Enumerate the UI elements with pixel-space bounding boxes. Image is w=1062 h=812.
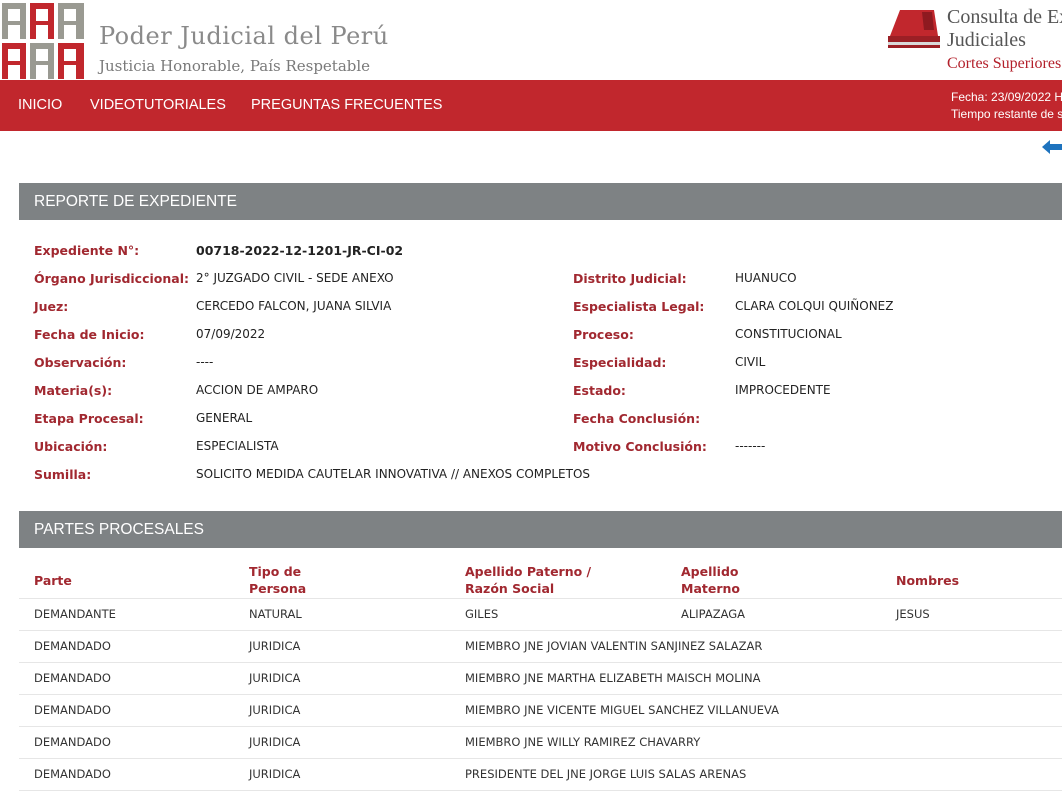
partes-section-header: PARTES PROCESALES [19,511,1062,548]
row-divider [19,790,1062,791]
cell-tipo-persona: JURIDICA [249,735,301,749]
row-divider [19,598,1062,599]
nav-inicio[interactable]: INICIO [18,97,62,113]
field-value: CONSTITUCIONAL [735,327,842,341]
expediente-label: Expediente N°: [34,243,140,258]
column-header-apellido-materno: Apellido Materno [681,564,740,596]
book-icon [888,10,940,48]
field-label: Especialista Legal: [573,299,705,314]
cell-nombres: JESUS [896,607,930,621]
field-label: Órgano Jurisdiccional: [34,271,189,286]
field-value: ESPECIALISTA [196,439,279,453]
field-label: Motivo Conclusión: [573,439,707,454]
row-divider [19,726,1062,727]
field-label: Fecha Conclusión: [573,411,701,426]
field-value: CLARA COLQUI QUIÑONEZ [735,299,894,313]
field-label: Juez: [34,299,69,314]
field-label: Distrito Judicial: [573,271,687,286]
expediente-value: 00718-2022-12-1201-JR-CI-02 [196,243,404,258]
cell-parte: DEMANDADO [34,767,111,781]
field-label: Sumilla: [34,467,92,482]
cell-tipo-persona: JURIDICA [249,671,301,685]
app-subtitle: Cortes Superiores [947,55,1062,72]
cell-tipo-persona: NATURAL [249,607,302,621]
field-value: ------- [735,439,766,453]
row-divider [19,662,1062,663]
field-label: Etapa Procesal: [34,411,144,426]
row-divider [19,758,1062,759]
cell-parte: DEMANDANTE [34,607,116,621]
cell-parte: DEMANDADO [34,671,111,685]
field-value: HUANUCO [735,271,797,285]
row-divider [19,630,1062,631]
column-header-nombres: Nombres [896,573,960,588]
main-navbar: INICIO VIDEOTUTORIALES PREGUNTAS FRECUEN… [0,80,1062,131]
field-label: Fecha de Inicio: [34,327,145,342]
column-header-apellido-paterno: Apellido Paterno / Razón Social [465,564,592,596]
cell-apellido-paterno: MIEMBRO JNE VICENTE MIGUEL SANCHEZ VILLA… [465,703,780,717]
cell-tipo-persona: JURIDICA [249,767,301,781]
field-value: 2° JUZGADO CIVIL - SEDE ANEXO [196,271,394,285]
cell-parte: DEMANDADO [34,703,111,717]
cell-apellido-materno: ALIPAZAGA [681,607,746,621]
column-header-tipo-persona: Tipo de Persona [249,564,307,596]
field-value: 07/09/2022 [196,327,266,341]
app-title-line1: Consulta de Ex [947,6,1062,28]
field-value: CERCEDO FALCON, JUANA SILVIA [196,299,392,313]
field-label: Especialidad: [573,355,667,370]
field-value: ---- [196,355,214,369]
field-label: Materia(s): [34,383,113,398]
cell-apellido-paterno: MIEMBRO JNE MARTHA ELIZABETH MAISCH MOLI… [465,671,761,685]
cell-parte: DEMANDADO [34,639,111,653]
session-timer-text: Tiempo restante de s [951,107,1062,121]
org-name: Poder Judicial del Perú [99,22,389,50]
site-header: Poder Judicial del Perú Justicia Honorab… [0,0,1062,80]
field-value: IMPROCEDENTE [735,383,831,397]
cell-parte: DEMANDADO [34,735,111,749]
cell-apellido-paterno: MIEMBRO JNE JOVIAN VALENTIN SANJINEZ SAL… [465,639,763,653]
org-tagline: Justicia Honorable, País Respetable [99,57,371,75]
field-label: Ubicación: [34,439,108,454]
cell-tipo-persona: JURIDICA [249,639,301,653]
field-value: SOLICITO MEDIDA CAUTELAR INNOVATIVA // A… [196,467,591,481]
report-section-header: REPORTE DE EXPEDIENTE [19,183,1062,220]
report-title: REPORTE DE EXPEDIENTE [34,193,237,210]
back-arrow-icon[interactable] [1042,139,1062,155]
nav-preguntas-frecuentes[interactable]: PREGUNTAS FRECUENTES [251,97,442,113]
field-value: ACCION DE AMPARO [196,383,319,397]
cell-apellido-paterno: PRESIDENTE DEL JNE JORGE LUIS SALAS AREN… [465,767,747,781]
date-text: Fecha: 23/09/2022 H [951,90,1062,104]
cell-tipo-persona: JURIDICA [249,703,301,717]
cell-apellido-paterno: GILES [465,607,499,621]
field-value: GENERAL [196,411,253,425]
cell-apellido-paterno: MIEMBRO JNE WILLY RAMIREZ CHAVARRY [465,735,701,749]
app-title-line2: Judiciales [947,29,1026,51]
poder-judicial-logo [2,3,84,79]
partes-title: PARTES PROCESALES [34,521,204,538]
field-label: Estado: [573,383,626,398]
column-header-parte: Parte [34,573,72,588]
field-value: CIVIL [735,355,766,369]
row-divider [19,694,1062,695]
nav-videotutoriales[interactable]: VIDEOTUTORIALES [90,97,226,113]
field-label: Observación: [34,355,127,370]
field-label: Proceso: [573,327,634,342]
